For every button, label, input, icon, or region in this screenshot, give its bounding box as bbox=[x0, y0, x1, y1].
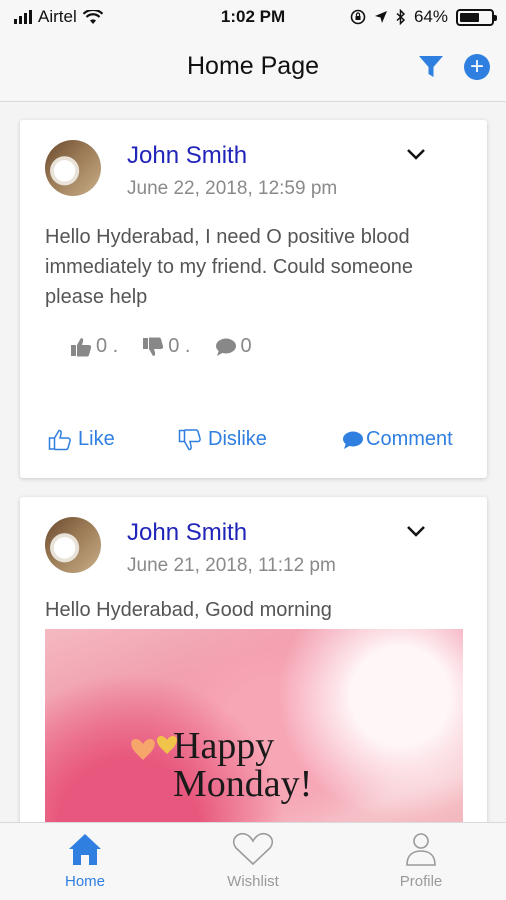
avatar[interactable] bbox=[45, 140, 101, 196]
image-caption: Happy Monday! bbox=[173, 727, 312, 803]
caption-line-1: Happy bbox=[173, 725, 275, 767]
reaction-counts: 0 . 0 . 0 bbox=[70, 335, 252, 358]
bluetooth-icon bbox=[396, 9, 406, 25]
speech-bubble-icon bbox=[215, 338, 236, 356]
chevron-down-icon[interactable] bbox=[404, 142, 428, 166]
add-post-button[interactable]: + bbox=[464, 54, 490, 80]
avatar[interactable] bbox=[45, 517, 101, 573]
post-image[interactable]: Happy Monday! bbox=[45, 629, 463, 822]
comment-button[interactable]: Comment bbox=[342, 428, 453, 451]
dislike-button[interactable]: Dislike bbox=[178, 428, 267, 451]
speech-bubble-icon bbox=[343, 431, 363, 449]
post-text: Hello Hyderabad, I need O positive blood… bbox=[45, 226, 413, 308]
dislike-label: Dislike bbox=[208, 428, 267, 450]
nav-bar: Home Page + bbox=[0, 34, 506, 102]
chevron-down-icon[interactable] bbox=[404, 519, 428, 543]
tab-home[interactable]: Home bbox=[25, 831, 145, 890]
heart-icon bbox=[232, 832, 274, 866]
location-icon bbox=[374, 11, 387, 23]
thumbs-up-icon bbox=[71, 337, 92, 356]
post-card: John Smith June 21, 2018, 11:12 pm Hello… bbox=[20, 497, 487, 822]
author-name[interactable]: John Smith bbox=[127, 142, 247, 170]
tab-home-label: Home bbox=[64, 873, 105, 890]
tab-wishlist-label: Wishlist bbox=[227, 873, 279, 890]
comment-count: 0 bbox=[215, 335, 252, 358]
caption-line-2: Monday! bbox=[173, 763, 313, 805]
thumbs-down-icon bbox=[143, 337, 164, 356]
post-text: Hello Hyderabad, Good morning bbox=[45, 599, 332, 621]
status-bar: Airtel 1:02 PM 64% bbox=[0, 0, 506, 34]
post-date: June 22, 2018, 12:59 pm bbox=[127, 178, 338, 199]
tab-profile-label: Profile bbox=[399, 873, 443, 890]
tab-bar: Home Wishlist Profile bbox=[0, 822, 506, 900]
battery-percent: 64% bbox=[413, 7, 448, 26]
like-count: 0 . bbox=[70, 335, 118, 358]
comment-count-value: 0 bbox=[240, 335, 252, 357]
feed: John Smith June 22, 2018, 12:59 pm Hello… bbox=[0, 102, 506, 822]
author-name[interactable]: John Smith bbox=[127, 519, 247, 547]
post-actions: Like Dislike Comment bbox=[20, 428, 487, 458]
tab-wishlist[interactable]: Wishlist bbox=[193, 831, 313, 890]
status-indicators: 64% bbox=[350, 7, 497, 27]
lock-rotation-icon bbox=[350, 9, 366, 25]
like-label: Like bbox=[78, 428, 115, 450]
comment-label: Comment bbox=[366, 428, 453, 450]
thumbs-up-outline-icon bbox=[48, 429, 71, 450]
thumbs-down-outline-icon bbox=[178, 428, 201, 450]
dislike-count: 0 . bbox=[142, 335, 191, 358]
like-count-value: 0 . bbox=[96, 335, 119, 357]
home-icon bbox=[69, 834, 101, 865]
battery-icon bbox=[456, 8, 497, 26]
filter-icon[interactable] bbox=[417, 54, 445, 80]
post-date: June 21, 2018, 11:12 pm bbox=[127, 555, 336, 576]
dislike-count-value: 0 . bbox=[168, 335, 191, 357]
tab-profile[interactable]: Profile bbox=[361, 831, 481, 890]
post-card: John Smith June 22, 2018, 12:59 pm Hello… bbox=[20, 120, 487, 478]
like-button[interactable]: Like bbox=[48, 428, 115, 451]
user-icon bbox=[406, 833, 436, 866]
